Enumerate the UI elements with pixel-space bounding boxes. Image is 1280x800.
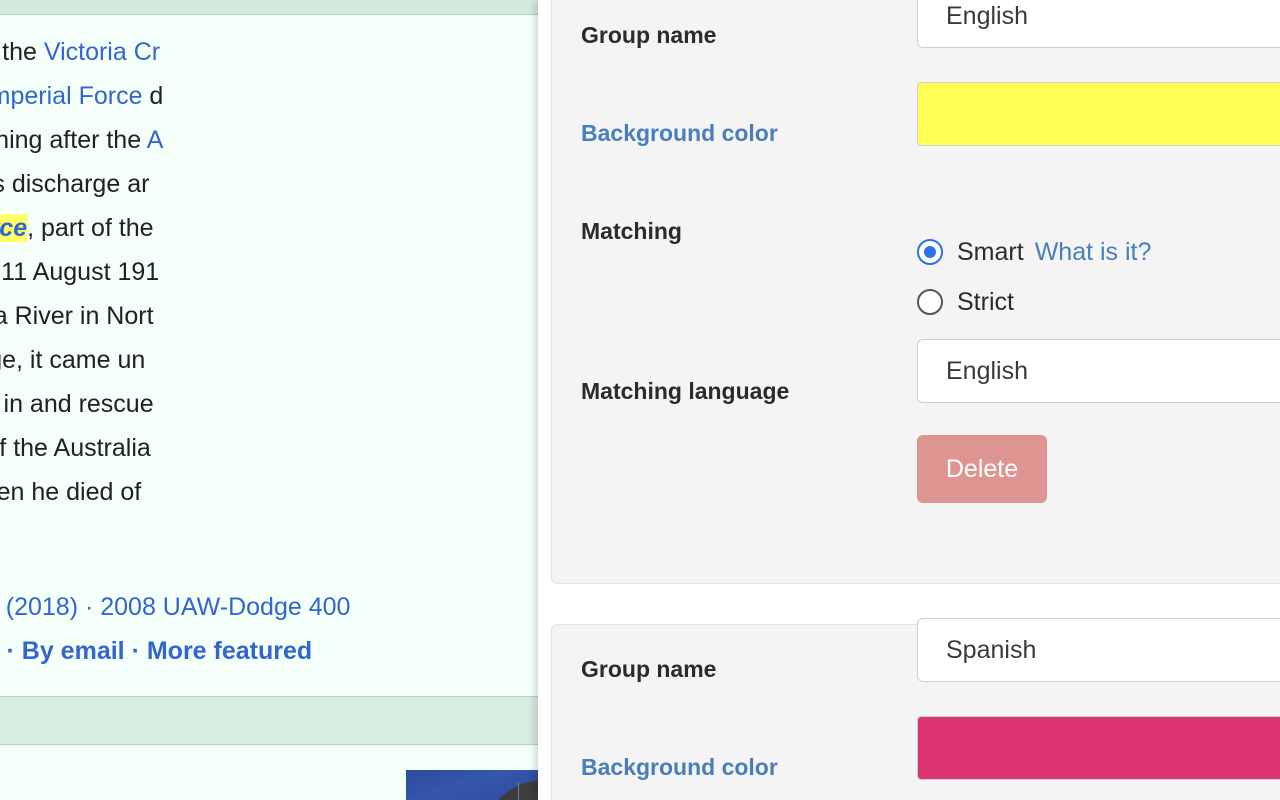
- background-color-label[interactable]: Background color: [581, 120, 778, 147]
- matching-option-smart[interactable]: Smart What is it?: [917, 227, 1151, 277]
- matching-option-smart-label: Smart: [957, 237, 1024, 266]
- article-line: was an Australian recipient of the Victo…: [0, 38, 161, 66]
- what-is-it-link[interactable]: What is it?: [1035, 238, 1152, 267]
- dome-shape: [480, 780, 545, 800]
- nav-link-more-featured[interactable]: More featured: [147, 637, 312, 665]
- background-color-label[interactable]: Background color: [581, 754, 778, 781]
- background-wikipedia-page: was an Australian recipient of the Victo…: [0, 0, 545, 800]
- link-armistice[interactable]: A: [147, 126, 164, 154]
- related-articles-line[interactable]: icane Olivia (2018) · 2008 UAW-Dodge 400: [0, 585, 545, 629]
- matching-option-strict-label: Strict: [957, 287, 1014, 316]
- matching-language-label: Matching language: [581, 378, 790, 404]
- article-line: of King George VI in 1937 when he died o…: [0, 478, 142, 506]
- radio-strict-icon[interactable]: [917, 289, 943, 315]
- featured-article-text: was an Australian recipient of the Victo…: [0, 30, 545, 514]
- article-line: the river on a one-plank bridge, it came…: [0, 346, 146, 374]
- link-victoria-cross[interactable]: Victoria Cr: [44, 38, 160, 66]
- group-card-english: Group name English Background color Matc…: [551, 0, 1280, 584]
- featured-article-nav: Archive · By email · More featured: [0, 629, 545, 673]
- article-line: for his actions. He was part of the Aust…: [0, 434, 151, 462]
- dome-rib: [518, 782, 519, 800]
- matching-option-strict[interactable]: Strict: [917, 277, 1151, 327]
- highlighted-phrase: Relief Force: [0, 214, 28, 242]
- link-australian-imperial-force[interactable]: Australian Imperial Force: [0, 82, 142, 110]
- delete-button[interactable]: Delete: [917, 435, 1047, 503]
- group-name-label: Group name: [581, 22, 717, 48]
- screen-root: was an Australian recipient of the Victo…: [0, 0, 1280, 800]
- background-color-swatch[interactable]: [917, 82, 1280, 146]
- nav-link-by-email[interactable]: By email: [22, 637, 125, 665]
- article-line: into the river. Sullivan jumped in and r…: [0, 390, 154, 418]
- article-line: n the North Russia Relief Force, part of…: [0, 214, 154, 242]
- background-color-swatch[interactable]: [917, 716, 1280, 780]
- matching-radio-group: Smart What is it? Strict: [917, 227, 1151, 327]
- article-line: il War. In the early morning of 11 Augus…: [0, 258, 160, 286]
- matching-language-input[interactable]: English: [917, 339, 1280, 403]
- group-name-input[interactable]: Spanish: [917, 618, 1280, 682]
- matching-label: Matching: [581, 218, 682, 244]
- nav-separator: ·: [131, 637, 140, 665]
- article-line: e active service, he sought his discharg…: [0, 170, 150, 198]
- group-settings-panel: Group name English Background color Matc…: [538, 0, 1280, 800]
- radio-smart-icon[interactable]: [917, 239, 943, 265]
- group-name-input[interactable]: English: [917, 0, 1280, 48]
- section-divider-strip: [0, 696, 545, 745]
- nav-separator: ·: [6, 637, 15, 665]
- featured-article-top-bar: [0, 0, 545, 15]
- group-name-label: Group name: [581, 656, 717, 682]
- did-you-know-thumbnail[interactable]: [406, 770, 545, 800]
- article-line: an enlisted in the Australian Imperial F…: [0, 82, 163, 110]
- article-line: d Kingdom, he completed training after t…: [0, 126, 164, 154]
- group-card-spanish: Group name Spanish Background color: [551, 618, 1280, 800]
- article-line: withdrawing across the Sheika River in N…: [0, 302, 154, 330]
